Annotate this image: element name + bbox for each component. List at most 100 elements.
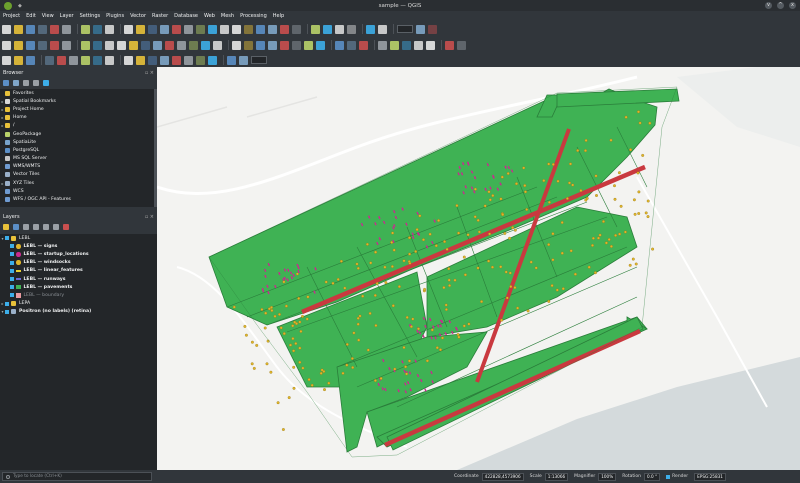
- map-nav-tool-icon[interactable]: [196, 24, 205, 34]
- map-nav-tool-icon[interactable]: [38, 24, 47, 34]
- map-nav-tool-icon[interactable]: [160, 24, 169, 34]
- layer-visibility-checkbox[interactable]: [10, 260, 14, 265]
- digitize-tool-icon[interactable]: [213, 40, 222, 50]
- map-nav-tool-icon[interactable]: [268, 24, 277, 34]
- layer-item[interactable]: LEBL — runways: [0, 275, 157, 283]
- browser-item[interactable]: MS SQL Server: [0, 155, 154, 163]
- digitize-tool-icon[interactable]: [316, 40, 325, 50]
- layer-group-lebl[interactable]: ▾ LEBL: [0, 234, 157, 242]
- select-tool-icon[interactable]: [124, 55, 133, 65]
- digitize-tool-icon[interactable]: [117, 40, 126, 50]
- browser-item[interactable]: WCS: [0, 187, 154, 195]
- digitize-tool-icon[interactable]: [256, 40, 265, 50]
- properties-icon[interactable]: [43, 80, 49, 86]
- map-nav-tool-icon[interactable]: [428, 24, 437, 34]
- map-nav-tool-icon[interactable]: [232, 24, 241, 34]
- browser-item[interactable]: WMS/WMTS: [0, 163, 154, 171]
- menu-view[interactable]: View: [42, 13, 54, 19]
- collapse-all-layers-icon[interactable]: [53, 224, 59, 230]
- layer-visibility-checkbox[interactable]: [10, 277, 14, 282]
- digitize-tool-icon[interactable]: [402, 40, 411, 50]
- digitize-tool-icon[interactable]: [304, 40, 313, 50]
- minimize-button[interactable]: v: [765, 2, 772, 9]
- browser-item[interactable]: Vector Tiles: [0, 171, 154, 179]
- browser-item[interactable]: PostgreSQL: [0, 146, 154, 154]
- browser-item[interactable]: GeoPackage: [0, 130, 154, 138]
- airport-map[interactable]: [157, 67, 800, 470]
- layer-visibility-checkbox[interactable]: [5, 301, 9, 306]
- layer-visibility-checkbox[interactable]: [10, 244, 14, 249]
- browser-item[interactable]: ▸ XYZ Tiles: [0, 179, 154, 187]
- browser-item[interactable]: ▸ Home: [0, 114, 154, 122]
- digitize-tool-icon[interactable]: [426, 40, 435, 50]
- layer-styling-icon[interactable]: [3, 224, 9, 230]
- map-nav-tool-icon[interactable]: [2, 24, 11, 34]
- digitize-tool-icon[interactable]: [292, 40, 301, 50]
- map-nav-tool-icon[interactable]: [280, 24, 289, 34]
- digitize-tool-icon[interactable]: [50, 40, 59, 50]
- browser-item[interactable]: ▸ /: [0, 122, 154, 130]
- coordinate-field[interactable]: 422828,4573906: [481, 472, 524, 481]
- filter-icon[interactable]: [23, 80, 29, 86]
- map-nav-tool-icon[interactable]: [62, 24, 71, 34]
- menu-project[interactable]: Project: [3, 13, 20, 19]
- pin-icon[interactable]: ◆: [18, 3, 22, 9]
- digitize-tool-icon[interactable]: [153, 40, 162, 50]
- manage-visibility-icon[interactable]: [23, 224, 29, 230]
- menu-vector[interactable]: Vector: [130, 13, 146, 19]
- filter-legend-icon[interactable]: [33, 224, 39, 230]
- basemap-layer[interactable]: ▾ Positron (no labels) (retina): [0, 308, 157, 316]
- map-nav-tool-icon[interactable]: [136, 24, 145, 34]
- digitize-tool-icon[interactable]: [26, 40, 35, 50]
- digitize-tool-icon[interactable]: [390, 40, 399, 50]
- digitize-tool-icon[interactable]: [177, 40, 186, 50]
- menu-raster[interactable]: Raster: [152, 13, 168, 19]
- browser-item[interactable]: WFS / OGC API - Features: [0, 195, 154, 203]
- menu-settings[interactable]: Settings: [80, 13, 101, 19]
- select-tool-icon[interactable]: [26, 55, 35, 65]
- close-button[interactable]: x: [789, 2, 796, 9]
- map-nav-tool-icon[interactable]: [416, 24, 425, 34]
- layer-visibility-checkbox[interactable]: [10, 268, 14, 273]
- digitize-tool-icon[interactable]: [347, 40, 356, 50]
- menu-edit[interactable]: Edit: [26, 13, 36, 19]
- menu-database[interactable]: Database: [174, 13, 198, 19]
- map-nav-tool-icon[interactable]: [208, 24, 217, 34]
- menu-plugins[interactable]: Plugins: [106, 13, 124, 19]
- select-tool-icon[interactable]: [136, 55, 145, 65]
- scale-field[interactable]: 1:13066: [544, 472, 569, 481]
- select-tool-icon[interactable]: [69, 55, 78, 65]
- digitize-tool-icon[interactable]: [378, 40, 387, 50]
- select-combo[interactable]: [251, 56, 267, 64]
- digitize-tool-icon[interactable]: [335, 40, 344, 50]
- map-nav-tool-icon[interactable]: [184, 24, 193, 34]
- digitize-tool-icon[interactable]: [62, 40, 71, 50]
- map-nav-tool-icon[interactable]: [14, 24, 23, 34]
- map-canvas[interactable]: [157, 67, 800, 470]
- layer-group-lepa[interactable]: ▸ LEPA: [0, 300, 157, 308]
- map-nav-tool-icon[interactable]: [244, 24, 253, 34]
- browser-item[interactable]: ▸ Project Home: [0, 105, 154, 113]
- menu-mesh[interactable]: Mesh: [221, 13, 234, 19]
- browser-item[interactable]: Favorites: [0, 89, 154, 97]
- expand-all-icon[interactable]: [43, 224, 49, 230]
- browser-panel-buttons[interactable]: ▫ ×: [145, 69, 154, 77]
- map-nav-tool-icon[interactable]: [292, 24, 301, 34]
- layer-item[interactable]: LEBL — windsocks: [0, 259, 157, 267]
- select-tool-icon[interactable]: [81, 55, 90, 65]
- map-nav-combo[interactable]: [397, 25, 413, 33]
- layer-visibility-checkbox[interactable]: [10, 293, 14, 298]
- menu-web[interactable]: Web: [204, 13, 215, 19]
- browser-item[interactable]: SpatiaLite: [0, 138, 154, 146]
- layer-visibility-checkbox[interactable]: [5, 236, 9, 241]
- map-nav-tool-icon[interactable]: [335, 24, 344, 34]
- select-tool-icon[interactable]: [57, 55, 66, 65]
- map-nav-tool-icon[interactable]: [347, 24, 356, 34]
- layer-item[interactable]: LEBL — boundary: [0, 291, 157, 299]
- digitize-tool-icon[interactable]: [2, 40, 11, 50]
- digitize-tool-icon[interactable]: [81, 40, 90, 50]
- layer-visibility-checkbox[interactable]: [10, 285, 14, 290]
- digitize-tool-icon[interactable]: [244, 40, 253, 50]
- map-nav-tool-icon[interactable]: [323, 24, 332, 34]
- magnifier-field[interactable]: 100%: [598, 472, 617, 481]
